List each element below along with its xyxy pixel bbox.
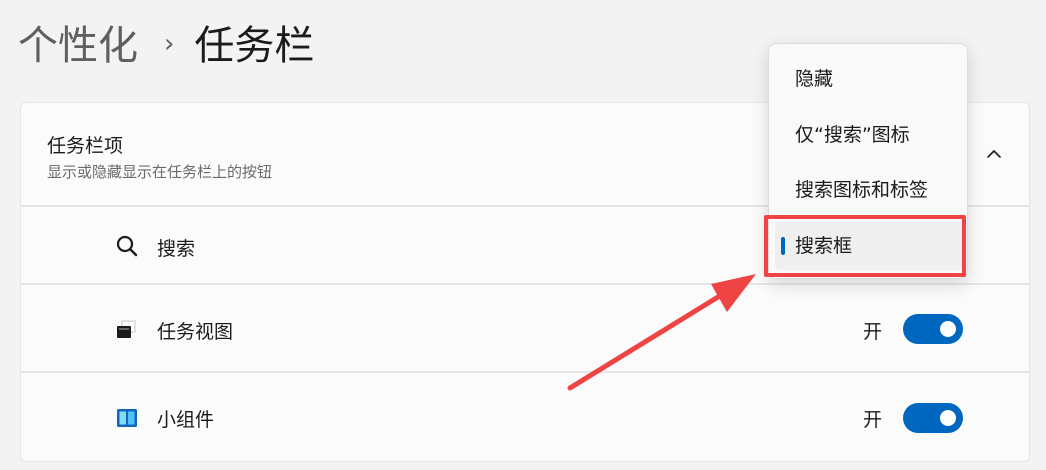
- selected-indicator: [781, 237, 785, 255]
- toggle-state-label: 开: [863, 321, 883, 343]
- menu-item-hide[interactable]: 隐藏: [775, 55, 963, 103]
- section-title: 任务栏项: [47, 135, 124, 157]
- task-view-toggle[interactable]: [903, 314, 963, 344]
- menu-item-search-box[interactable]: 搜索框: [775, 222, 963, 270]
- toggle-knob: [940, 410, 956, 426]
- menu-item-search-icon-only[interactable]: 仅“搜索”图标: [775, 111, 963, 159]
- search-mode-menu: 隐藏 仅“搜索”图标 搜索图标和标签 搜索框: [768, 43, 968, 279]
- page-title: 任务栏: [194, 23, 315, 69]
- setting-row-task-view: 任务视图 开: [20, 284, 1030, 372]
- widgets-toggle[interactable]: [903, 403, 963, 433]
- search-icon: [116, 235, 138, 257]
- breadcrumb-separator: ›: [164, 29, 175, 59]
- menu-item-search-icon-and-label[interactable]: 搜索图标和标签: [775, 166, 963, 214]
- setting-label-widgets: 小组件: [157, 409, 215, 431]
- setting-row-widgets: 小组件 开: [20, 372, 1030, 462]
- menu-item-label: 搜索框: [795, 235, 853, 257]
- breadcrumb-parent[interactable]: 个性化: [18, 20, 138, 72]
- section-subtitle: 显示或隐藏显示在任务栏上的按钮: [47, 163, 273, 181]
- toggle-state-label: 开: [863, 409, 883, 431]
- breadcrumb: 个性化 › 任务栏: [18, 20, 314, 72]
- task-view-icon: [117, 320, 136, 338]
- chevron-up-icon[interactable]: [985, 145, 1003, 163]
- setting-label-search: 搜索: [157, 238, 196, 260]
- setting-label-task-view: 任务视图: [157, 321, 234, 343]
- toggle-knob: [940, 321, 956, 337]
- widgets-icon: [117, 409, 137, 427]
